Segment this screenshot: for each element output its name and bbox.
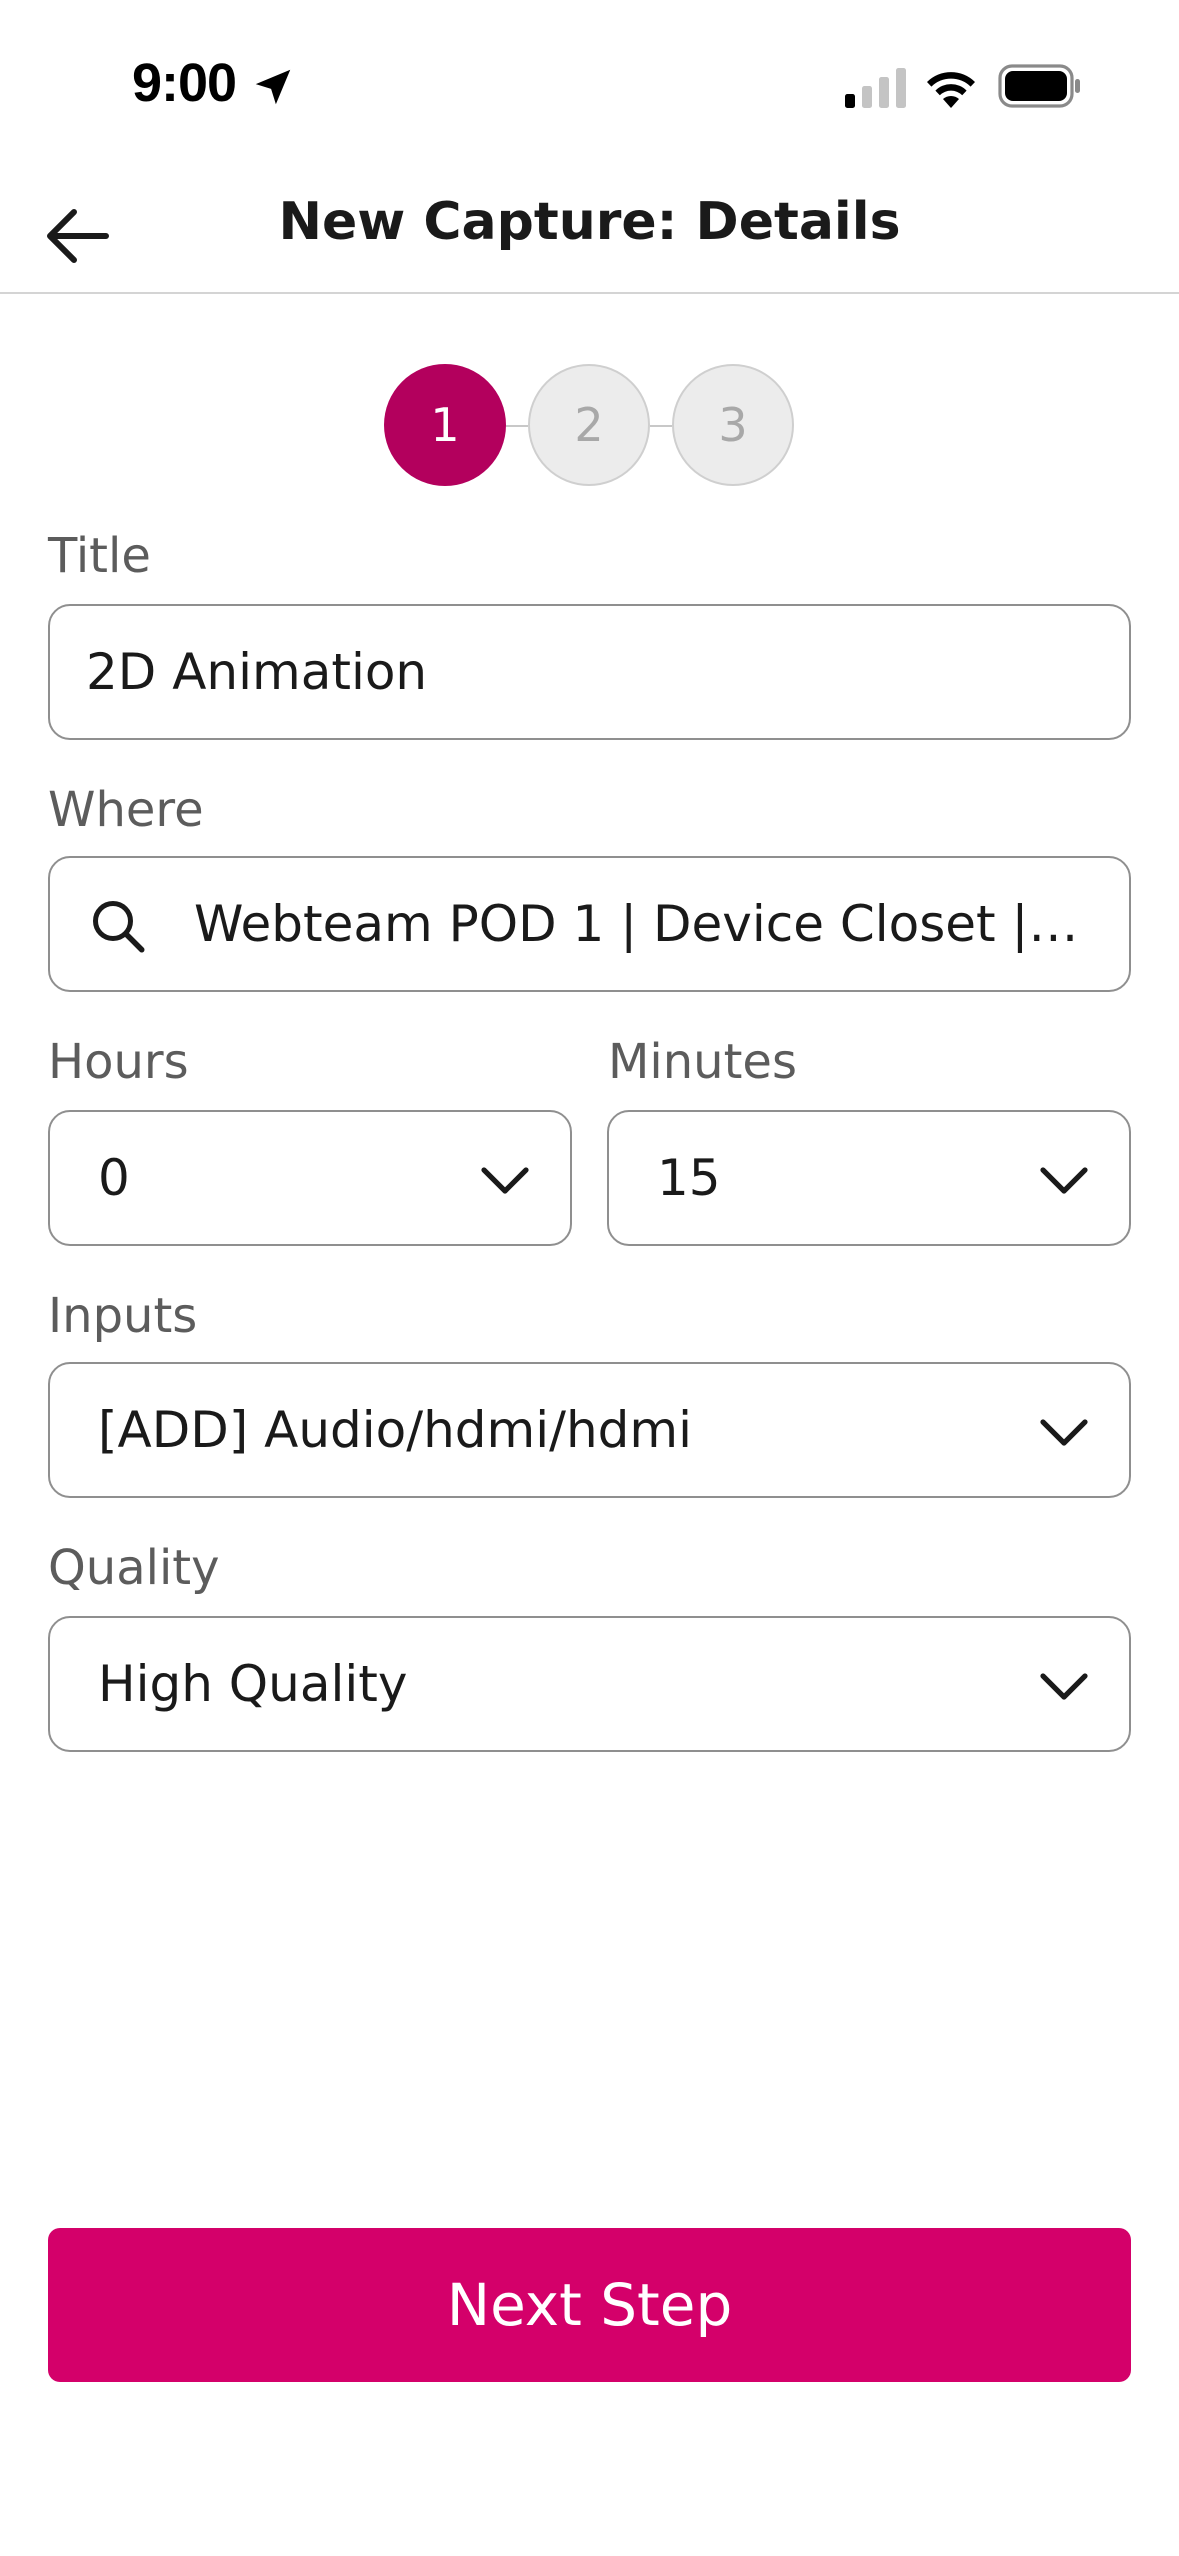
screen: 9:00 New Capture: Details 1 2 3 Title 2D… — [0, 0, 1179, 2556]
next-step-button[interactable]: Next Step — [48, 2228, 1131, 2382]
inputs-value: [ADD] Audio/hdmi/hdmi — [98, 1401, 692, 1459]
minutes-select[interactable]: 15 — [607, 1110, 1131, 1246]
chevron-down-icon — [481, 1167, 529, 1194]
chevron-down-icon — [1040, 1419, 1088, 1446]
hours-value: 0 — [98, 1149, 130, 1207]
minutes-value: 15 — [657, 1149, 721, 1207]
minutes-label: Minutes — [608, 1034, 797, 1090]
status-time: 9:00 — [132, 53, 237, 113]
quality-label: Quality — [48, 1540, 220, 1596]
status-bar: 9:00 — [0, 0, 1179, 170]
step-2: 2 — [528, 364, 650, 486]
quality-select[interactable]: High Quality — [48, 1616, 1131, 1752]
battery-icon — [998, 64, 1080, 108]
search-icon — [93, 901, 145, 953]
where-value: Webteam POD 1 | Device Closet | R... — [194, 895, 1089, 953]
step-label: 1 — [430, 398, 460, 452]
step-label: 2 — [574, 398, 604, 452]
cellular-signal-icon — [845, 68, 906, 108]
chevron-down-icon — [1040, 1673, 1088, 1700]
where-search-input[interactable]: Webteam POD 1 | Device Closet | R... — [48, 856, 1131, 992]
inputs-label: Inputs — [48, 1288, 198, 1344]
hours-label: Hours — [48, 1034, 189, 1090]
where-label: Where — [48, 782, 204, 838]
next-step-label: Next Step — [446, 2271, 733, 2339]
location-arrow-icon — [255, 69, 291, 105]
step-3: 3 — [672, 364, 794, 486]
title-input[interactable]: 2D Animation — [48, 604, 1131, 740]
inputs-select[interactable]: [ADD] Audio/hdmi/hdmi — [48, 1362, 1131, 1498]
step-connector — [506, 425, 528, 427]
title-label: Title — [48, 528, 151, 584]
step-label: 3 — [718, 398, 748, 452]
quality-value: High Quality — [98, 1655, 408, 1713]
hours-select[interactable]: 0 — [48, 1110, 572, 1246]
chevron-down-icon — [1040, 1167, 1088, 1194]
wifi-icon — [927, 72, 975, 108]
step-1: 1 — [384, 364, 506, 486]
step-connector — [650, 425, 672, 427]
header: New Capture: Details — [0, 170, 1179, 294]
page-title: New Capture: Details — [278, 192, 901, 252]
title-value: 2D Animation — [86, 643, 428, 701]
stepper: 1 2 3 — [384, 364, 796, 488]
